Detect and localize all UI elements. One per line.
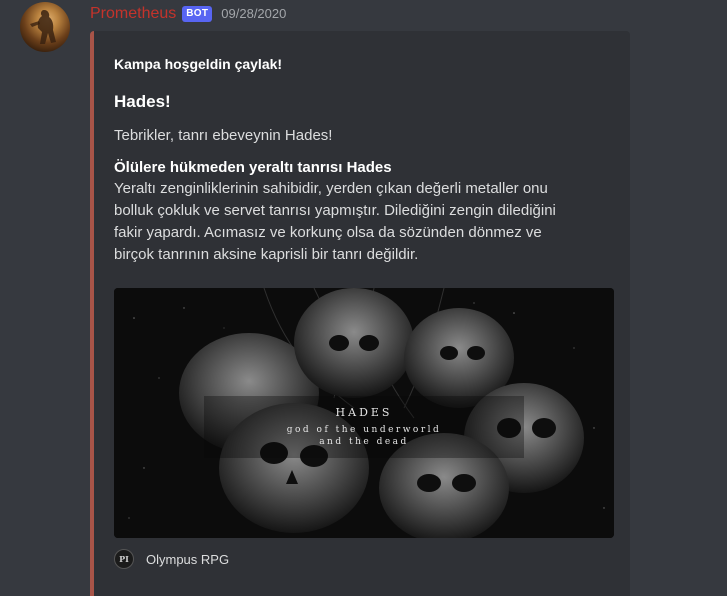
message-header: Prometheus BOT 09/28/2020	[90, 4, 286, 24]
field-value: Yeraltı zenginliklerinin sahibidir, yerd…	[114, 178, 606, 266]
username[interactable]: Prometheus	[90, 4, 176, 24]
footer-icon: PI	[114, 549, 134, 569]
image-subtitle: and the dead	[319, 437, 409, 447]
embed-image[interactable]: HADES god of the underworld and the dead	[114, 288, 614, 538]
field-line: bolluk çokluk ve servet tanrısı yapmıştı…	[114, 202, 556, 219]
embed-title: Hades!	[114, 92, 171, 111]
field-name: Ölülere hükmeden yeraltı tanrısı Hades	[114, 159, 392, 176]
image-title: HADES	[335, 406, 393, 419]
embed-footer: PI Olympus RPG	[114, 549, 229, 569]
user-avatar[interactable]	[20, 2, 70, 52]
field-line: fakir yapardı. Acımasız ve korkunç olsa …	[114, 224, 542, 241]
embed-author: Kampa hoşgeldin çaylak!	[114, 56, 283, 72]
footer-text: Olympus RPG	[146, 551, 230, 567]
embed-field: Ölülere hükmeden yeraltı tanrısı Hades Y…	[114, 157, 606, 266]
embed-description: Tebrikler, tanrı ebeveynin Hades!	[114, 127, 333, 144]
field-line: Yeraltı zenginliklerinin sahibidir, yerd…	[114, 180, 548, 197]
bot-badge: BOT	[182, 6, 213, 22]
user-avatar-icon	[30, 10, 56, 44]
timestamp: 09/28/2020	[221, 6, 287, 21]
field-line: birçok tanrının aksine kaprisli bir tanr…	[114, 246, 419, 263]
image-subtitle: god of the underworld	[286, 425, 442, 435]
embed: Kampa hoşgeldin çaylak! Hades! Tebrikler…	[90, 31, 630, 596]
